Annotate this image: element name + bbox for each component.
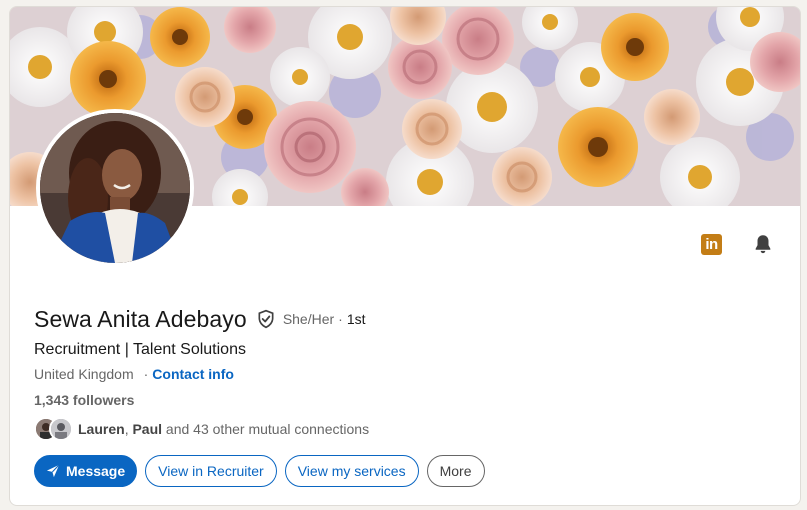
- profile-headline: Recruitment | Talent Solutions: [34, 341, 246, 358]
- profile-top-actions: in: [701, 233, 774, 255]
- message-button-label: Message: [66, 463, 126, 479]
- location-separator: ·: [143, 366, 149, 382]
- profile-photo[interactable]: [36, 109, 194, 267]
- send-icon: [46, 464, 60, 478]
- mutual-avatars: [34, 417, 78, 441]
- pronouns: She/Her: [282, 311, 335, 327]
- mutual-connections[interactable]: Lauren, Paul and 43 other mutual connect…: [34, 417, 774, 441]
- verified-shield-icon[interactable]: [256, 309, 276, 329]
- profile-card: in Sewa Anita Adebayo She/Her · 1st Recr…: [9, 6, 801, 506]
- mutual-name-1: Lauren: [78, 421, 125, 437]
- connection-degree: 1st: [346, 311, 366, 327]
- bell-icon[interactable]: [752, 233, 774, 255]
- more-button-label: More: [439, 463, 472, 479]
- linkedin-premium-icon[interactable]: in: [701, 233, 722, 255]
- location-row: United Kingdom · Contact info: [34, 363, 774, 385]
- view-my-services-label: View my services: [297, 463, 406, 479]
- followers-count[interactable]: 1,343 followers: [34, 389, 774, 411]
- message-button[interactable]: Message: [34, 455, 138, 487]
- separator-dot: ·: [338, 311, 343, 327]
- mutual-avatar-2: [49, 417, 73, 441]
- profile-name: Sewa Anita Adebayo: [34, 305, 247, 332]
- contact-info-link[interactable]: Contact info: [152, 363, 234, 385]
- mutual-rest: and 43 other mutual connections: [162, 421, 370, 437]
- profile-info: Sewa Anita Adebayo She/Her · 1st Recruit…: [34, 303, 774, 487]
- view-in-recruiter-button[interactable]: View in Recruiter: [145, 455, 277, 487]
- view-in-recruiter-label: View in Recruiter: [158, 463, 264, 479]
- mutual-name-2: Paul: [132, 421, 163, 437]
- name-row: Sewa Anita Adebayo She/Her · 1st: [34, 303, 774, 335]
- mutual-connections-text: Lauren, Paul and 43 other mutual connect…: [78, 421, 369, 437]
- view-my-services-button[interactable]: View my services: [284, 455, 419, 487]
- profile-location: United Kingdom: [34, 366, 134, 382]
- more-button[interactable]: More: [426, 455, 485, 487]
- profile-actions: Message View in Recruiter View my servic…: [34, 455, 774, 487]
